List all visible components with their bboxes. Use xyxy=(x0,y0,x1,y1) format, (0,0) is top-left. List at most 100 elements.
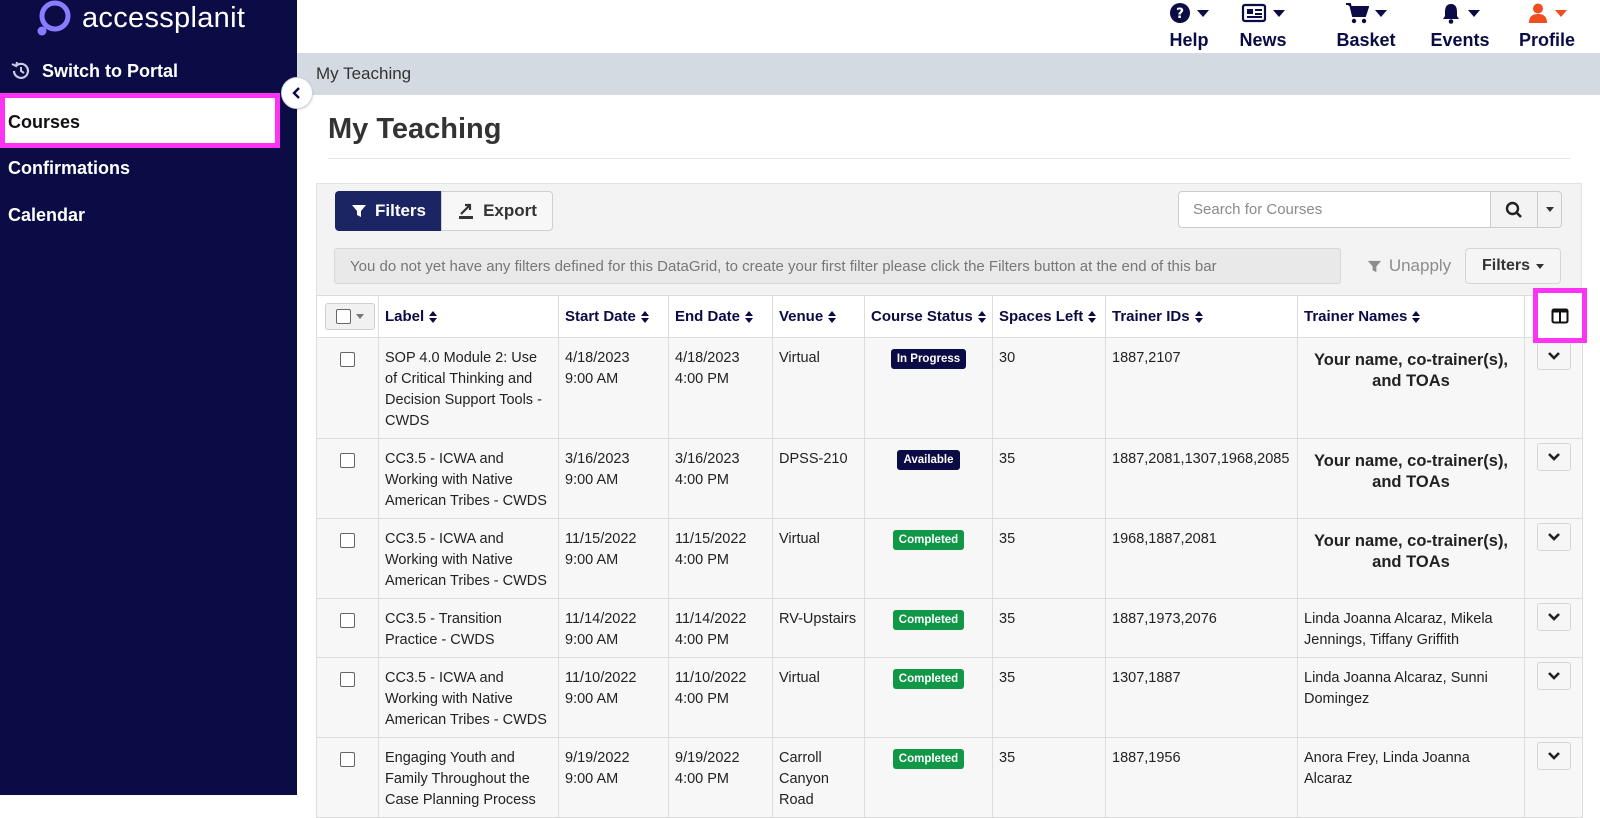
row-checkbox[interactable] xyxy=(340,613,355,628)
top-navigation: ? Help News Basket Events Profile xyxy=(297,0,1600,53)
nav-events[interactable]: Events xyxy=(1422,0,1498,51)
column-header-end-date[interactable]: End Date xyxy=(668,295,773,338)
chevron-down-icon xyxy=(1536,263,1544,269)
status-cell: Completed xyxy=(864,657,993,738)
start-date: 3/16/2023 xyxy=(565,451,630,467)
table-header-row: Label Start Date End Date Venue Course S… xyxy=(316,295,1583,338)
user-icon xyxy=(1529,3,1547,23)
column-header-start-date[interactable]: Start Date xyxy=(558,295,669,338)
bell-icon xyxy=(1443,4,1459,24)
newspaper-icon xyxy=(1241,3,1267,23)
trainer-names-cell: Your name, co-trainer(s), and TOAs xyxy=(1297,337,1525,439)
end-date: 4/18/2023 xyxy=(675,350,740,366)
filters-dropdown-label: Filters xyxy=(1481,257,1530,274)
table-row[interactable]: CC3.5 - ICWA and Working with Native Ame… xyxy=(316,657,1583,738)
row-checkbox[interactable] xyxy=(340,752,355,767)
table-row[interactable]: CC3.5 - Transition Practice - CWDS 11/14/… xyxy=(316,598,1583,658)
row-select-cell xyxy=(316,737,379,818)
table-row[interactable]: SOP 4.0 Module 2: Use of Critical Thinki… xyxy=(316,337,1583,439)
sort-icon xyxy=(745,311,754,324)
export-button[interactable]: Export xyxy=(441,191,553,231)
sort-icon xyxy=(1412,311,1421,324)
unapply-button[interactable]: Unapply xyxy=(1354,248,1464,284)
row-expand-button[interactable] xyxy=(1536,342,1571,370)
start-time: 9:00 AM xyxy=(565,552,619,568)
title-divider xyxy=(328,158,1570,159)
nav-profile[interactable]: Profile xyxy=(1509,0,1585,51)
end-date: 11/10/2022 xyxy=(675,670,747,686)
checkbox[interactable] xyxy=(336,309,351,324)
trainer-ids-cell: 1887,1973,2076 xyxy=(1105,598,1298,658)
spaces-left-cell: 35 xyxy=(992,598,1106,658)
column-header-trainer-ids[interactable]: Trainer IDs xyxy=(1105,295,1298,338)
select-all-checkbox[interactable] xyxy=(325,303,375,330)
column-header-venue[interactable]: Venue xyxy=(772,295,865,338)
sidebar-item-calendar[interactable]: Calendar xyxy=(8,205,85,226)
column-header-trainer-names[interactable]: Trainer Names xyxy=(1297,295,1525,338)
spaces-left-cell: 35 xyxy=(992,737,1106,818)
trainer-ids-cell: 1887,2081,1307,1968,2085 xyxy=(1105,438,1298,519)
label-cell: CC3.5 - ICWA and Working with Native Ame… xyxy=(378,657,559,738)
status-badge: Available xyxy=(897,450,960,470)
chevron-down-icon xyxy=(1547,533,1560,541)
column-header-label[interactable]: Label xyxy=(378,295,559,338)
column-title: Trainer Names xyxy=(1304,308,1408,325)
chevron-down-icon xyxy=(1547,352,1560,360)
row-expand-button[interactable] xyxy=(1536,523,1571,551)
filter-icon xyxy=(351,205,366,217)
search-input[interactable] xyxy=(1178,191,1491,228)
row-actions-cell xyxy=(1524,737,1583,818)
column-header-spaces-left[interactable]: Spaces Left xyxy=(992,295,1106,338)
row-expand-button[interactable] xyxy=(1536,443,1571,471)
filter-icon xyxy=(1367,260,1381,272)
chevron-down-icon xyxy=(1468,9,1480,17)
venue-cell: DPSS-210 xyxy=(772,438,865,519)
table-row[interactable]: Engaging Youth and Family Throughout the… xyxy=(316,737,1583,818)
row-select-cell xyxy=(316,598,379,658)
table-row[interactable]: CC3.5 - ICWA and Working with Native Ame… xyxy=(316,438,1583,519)
start-time: 9:00 AM xyxy=(565,371,619,387)
search-button[interactable] xyxy=(1490,191,1538,228)
trainer-ids-cell: 1887,1956 xyxy=(1105,737,1298,818)
end-date: 3/16/2023 xyxy=(675,451,740,467)
search-options-dropdown[interactable] xyxy=(1537,191,1562,228)
brand-logo[interactable]: accessplanit xyxy=(36,0,245,42)
sidebar-item-courses[interactable]: Courses xyxy=(0,93,280,148)
breadcrumb: My Teaching xyxy=(297,53,1600,95)
nav-news[interactable]: News xyxy=(1232,0,1294,51)
start-date-cell: 11/14/2022 9:00 AM xyxy=(558,598,669,658)
row-checkbox[interactable] xyxy=(340,352,355,367)
chevron-down-icon xyxy=(1555,9,1567,17)
sidebar-item-label: Courses xyxy=(8,112,81,132)
switch-to-portal-label: Switch to Portal xyxy=(42,60,179,81)
row-expand-button[interactable] xyxy=(1536,662,1571,690)
sidebar-item-label: Calendar xyxy=(8,205,86,225)
filters-dropdown-button[interactable]: Filters xyxy=(1465,248,1561,284)
switch-to-portal-link[interactable]: Switch to Portal xyxy=(10,60,178,82)
column-chooser-button[interactable] xyxy=(1533,288,1587,343)
row-checkbox[interactable] xyxy=(340,533,355,548)
start-time: 9:00 AM xyxy=(565,771,619,787)
row-checkbox[interactable] xyxy=(340,672,355,687)
collapse-sidebar-button[interactable] xyxy=(281,77,313,109)
column-title: Start Date xyxy=(565,308,636,325)
row-expand-button[interactable] xyxy=(1536,742,1571,770)
label-cell: SOP 4.0 Module 2: Use of Critical Thinki… xyxy=(378,337,559,439)
sort-icon xyxy=(977,311,986,324)
row-actions-cell xyxy=(1524,598,1583,658)
column-title: Label xyxy=(385,308,425,325)
end-time: 4:00 PM xyxy=(675,691,729,707)
nav-help[interactable]: ? Help xyxy=(1159,0,1219,51)
filters-button[interactable]: Filters xyxy=(335,191,442,231)
sidebar-item-confirmations[interactable]: Confirmations xyxy=(8,158,130,179)
row-checkbox[interactable] xyxy=(340,453,355,468)
table-row[interactable]: CC3.5 - ICWA and Working with Native Ame… xyxy=(316,518,1583,599)
trainer-ids-cell: 1887,2107 xyxy=(1105,337,1298,439)
filter-message: You do not yet have any filters defined … xyxy=(334,248,1341,284)
column-header-course-status[interactable]: Course Status xyxy=(864,295,993,338)
cart-icon xyxy=(1346,3,1369,24)
nav-basket[interactable]: Basket xyxy=(1331,0,1401,51)
row-actions-cell xyxy=(1524,438,1583,519)
row-expand-button[interactable] xyxy=(1536,603,1571,631)
status-cell: In Progress xyxy=(864,337,993,439)
